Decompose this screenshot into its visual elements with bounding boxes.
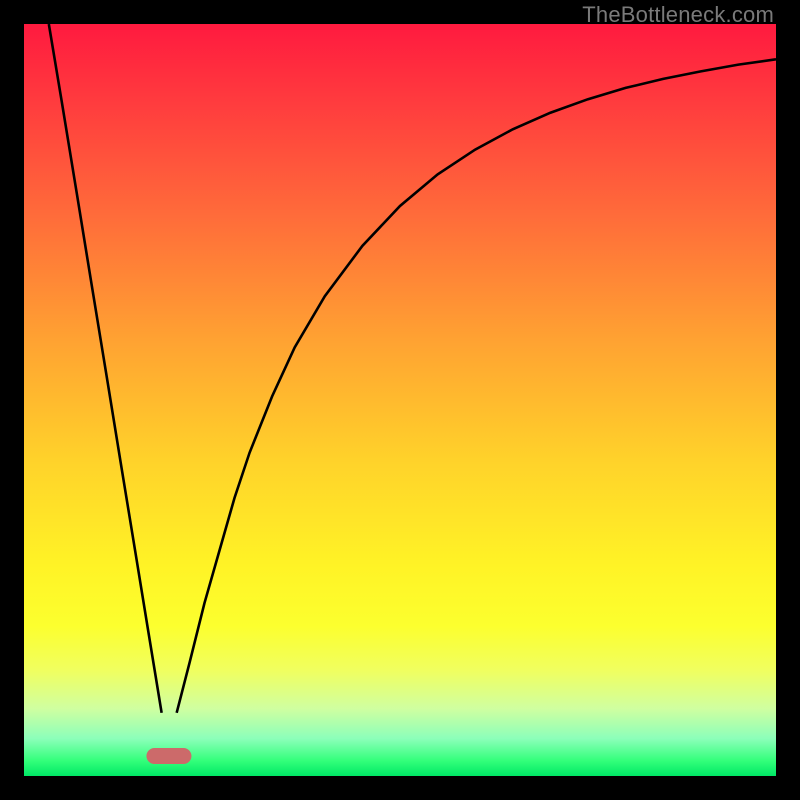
watermark-text: TheBottleneck.com bbox=[582, 2, 774, 28]
curve-right-line bbox=[177, 59, 776, 712]
chart-frame: TheBottleneck.com bbox=[0, 0, 800, 800]
minimum-marker bbox=[147, 748, 192, 764]
chart-curves bbox=[24, 24, 776, 776]
plot-area bbox=[24, 24, 776, 776]
curve-left-line bbox=[49, 24, 162, 713]
